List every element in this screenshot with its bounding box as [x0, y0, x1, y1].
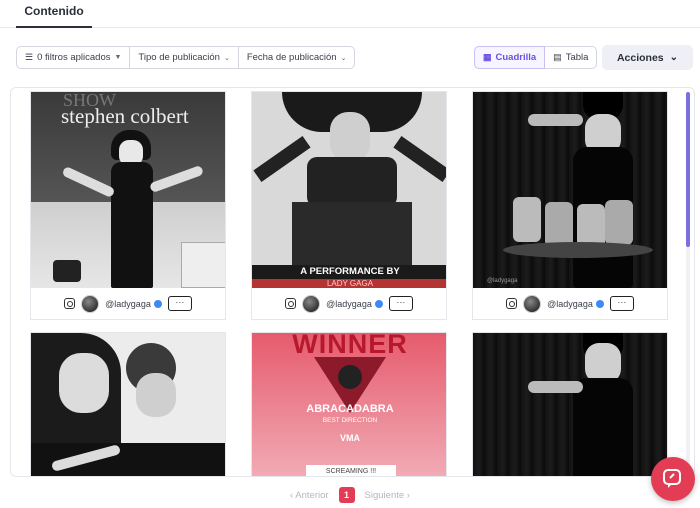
filter-icon: ☰	[25, 52, 34, 62]
post-type-label: Tipo de publicación	[138, 52, 220, 63]
filters-applied-button[interactable]: ☰ 0 filtros aplicados ▼	[16, 46, 131, 69]
content-card[interactable]	[472, 332, 668, 476]
post-type-dropdown[interactable]: Tipo de publicación ⌄	[130, 46, 239, 69]
filters-applied-label: 0 filtros aplicados	[37, 52, 111, 63]
thumb-text: @ladygaga	[487, 278, 518, 284]
content-card[interactable]: SHOW stephen colbert @ladygaga ···	[30, 91, 226, 320]
instagram-icon	[506, 298, 518, 309]
actions-button[interactable]: Acciones ⌄	[602, 45, 693, 70]
next-page-button[interactable]: Siguiente ›	[365, 490, 410, 501]
more-options-button[interactable]: ···	[167, 296, 192, 311]
account-handle[interactable]: @ladygaga	[105, 299, 162, 309]
post-thumbnail[interactable]: A PERFORMANCE BY LADY GAGA	[252, 92, 446, 288]
thumb-text: BEST DIRECTION	[322, 417, 378, 424]
view-toggle: ▦ Cuadrilla ▤ Tabla	[474, 46, 598, 69]
tab-contenido[interactable]: Contenido	[16, 4, 92, 28]
post-thumbnail[interactable]: WINNER ABRACADABRA BEST DIRECTION VMA SC…	[252, 333, 446, 476]
post-thumbnail[interactable]: @ladygaga	[473, 92, 667, 288]
filter-bar: ☰ 0 filtros aplicados ▼ Tipo de publicac…	[16, 46, 356, 69]
thumb-text: stephen colbert	[61, 104, 189, 128]
more-options-button[interactable]: ···	[388, 296, 413, 311]
more-options-button[interactable]: ···	[609, 296, 634, 311]
pagination: ‹ Anterior 1 Siguiente ›	[0, 484, 700, 506]
post-date-dropdown[interactable]: Fecha de publicación ⌄	[238, 46, 356, 69]
chat-support-button[interactable]	[651, 457, 695, 501]
content-card[interactable]: A PERFORMANCE BY LADY GAGA @ladygaga ···	[251, 91, 447, 320]
post-date-label: Fecha de publicación	[246, 52, 337, 63]
thumb-text: LADY GAGA	[252, 279, 446, 288]
content-grid: SHOW stephen colbert @ladygaga ··· A PER…	[10, 87, 695, 477]
chevron-down-icon: ⌄	[669, 52, 679, 63]
grid-view-label: Cuadrilla	[495, 52, 537, 63]
instagram-icon	[64, 298, 76, 309]
table-view-button[interactable]: ▤ Tabla	[545, 46, 598, 69]
avatar	[523, 294, 542, 313]
thumb-text: VMA	[340, 433, 360, 443]
card-meta: @ladygaga ···	[473, 288, 667, 319]
content-card[interactable]: @ladygaga @ladygaga ···	[472, 91, 668, 320]
scrollbar-thumb[interactable]	[686, 92, 690, 247]
thumb-text: ABRACADABRA	[306, 403, 394, 415]
thumb-text: WINNER	[292, 333, 408, 359]
instagram-icon	[285, 298, 297, 309]
verified-icon	[595, 300, 604, 309]
post-thumbnail[interactable]	[31, 333, 225, 476]
account-handle[interactable]: @ladygaga	[326, 299, 383, 309]
verified-icon	[374, 300, 383, 309]
content-card[interactable]: WINNER ABRACADABRA BEST DIRECTION VMA SC…	[251, 332, 447, 476]
card-meta: @ladygaga ···	[31, 288, 225, 319]
verified-icon	[153, 300, 162, 309]
grid-view-button[interactable]: ▦ Cuadrilla	[474, 46, 546, 69]
chevron-down-icon: ⌄	[340, 54, 347, 62]
previous-page-button[interactable]: ‹ Anterior	[290, 490, 329, 501]
grid-icon: ▦	[483, 52, 492, 62]
avatar	[81, 294, 100, 313]
post-thumbnail[interactable]: SHOW stephen colbert	[31, 92, 225, 288]
post-thumbnail[interactable]	[473, 333, 667, 476]
chevron-down-icon: ⌄	[223, 54, 230, 62]
content-card[interactable]	[30, 332, 226, 476]
actions-label: Acciones	[616, 51, 664, 64]
chat-icon	[663, 469, 681, 488]
table-view-label: Tabla	[565, 52, 589, 63]
avatar	[302, 294, 321, 313]
table-icon: ▤	[553, 52, 562, 62]
thumb-text: A PERFORMANCE BY	[252, 265, 446, 279]
account-handle[interactable]: @ladygaga	[547, 299, 604, 309]
card-meta: @ladygaga ···	[252, 288, 446, 319]
page-number-current[interactable]: 1	[338, 487, 355, 503]
chevron-down-icon: ▼	[114, 54, 122, 61]
thumb-text: SCREAMING !!!	[306, 465, 396, 476]
tab-bar: Contenido	[0, 0, 700, 28]
